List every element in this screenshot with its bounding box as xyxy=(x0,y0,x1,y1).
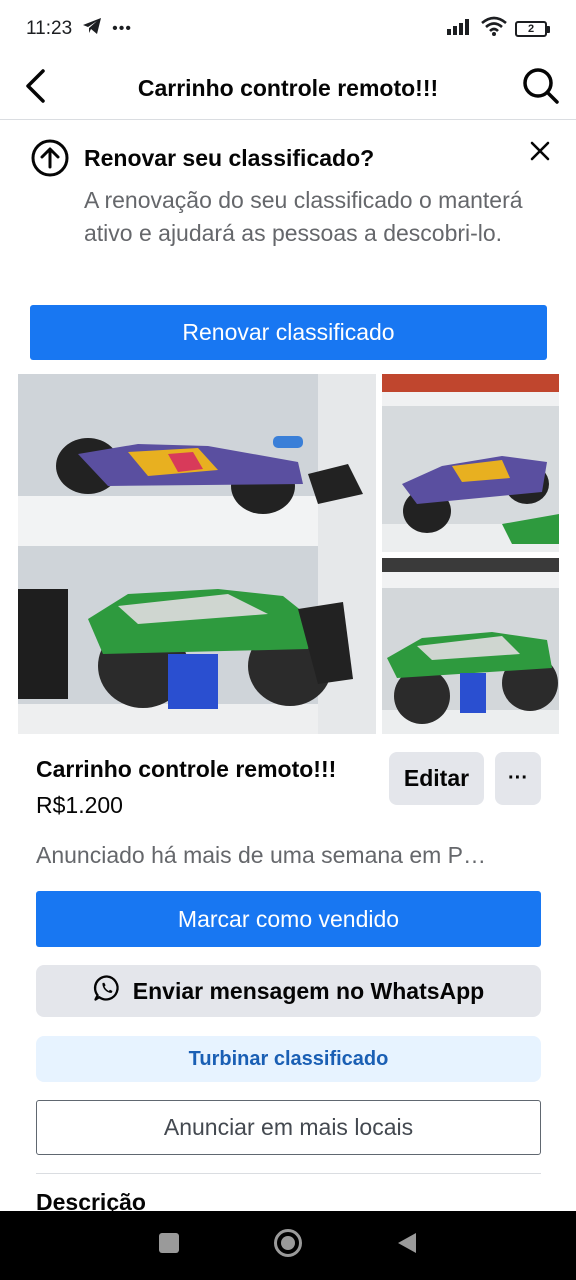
renew-title: Renovar seu classificado? xyxy=(84,144,375,171)
more-options-button[interactable]: ··· xyxy=(495,752,541,805)
renew-listing-button[interactable]: Renovar classificado xyxy=(30,305,547,360)
more-horizontal-icon: ··· xyxy=(508,767,528,789)
whatsapp-button[interactable]: Enviar mensagem no WhatsApp xyxy=(36,965,541,1017)
listing-photo-3[interactable] xyxy=(382,558,559,734)
listing-photo-2[interactable] xyxy=(382,374,559,552)
app-header: Carrinho controle remoto!!! xyxy=(0,58,576,120)
list-more-places-button[interactable]: Anunciar em mais locais xyxy=(36,1100,541,1155)
status-time: 11:23 xyxy=(26,18,73,39)
back-button[interactable] xyxy=(0,58,70,120)
mark-sold-button[interactable]: Marcar como vendido xyxy=(36,891,541,947)
listing-title: Carrinho controle remoto!!! xyxy=(36,756,337,782)
arrow-left-icon xyxy=(24,69,46,108)
edit-button[interactable]: Editar xyxy=(389,752,484,805)
whatsapp-icon xyxy=(93,974,121,1008)
square-icon xyxy=(158,1232,180,1259)
recent-apps-button[interactable] xyxy=(144,1221,194,1271)
search-button[interactable] xyxy=(506,58,576,120)
search-icon xyxy=(522,67,560,110)
photo-gallery xyxy=(18,374,559,734)
close-button[interactable] xyxy=(522,135,558,171)
boost-listing-button[interactable]: Turbinar classificado xyxy=(36,1036,541,1082)
page-title: Carrinho controle remoto!!! xyxy=(137,75,439,101)
signal-icon xyxy=(447,17,473,41)
battery-level: 2 xyxy=(515,21,547,37)
circle-icon xyxy=(273,1228,303,1263)
battery-icon: 2 xyxy=(515,21,550,37)
system-nav-bar xyxy=(0,1211,576,1280)
renew-description: A renovação do seu classificado o manter… xyxy=(84,187,523,246)
listing-price: R$1.200 xyxy=(36,792,123,818)
listing-meta: Anunciado há mais de uma semana em P… xyxy=(36,842,487,868)
system-back-button[interactable] xyxy=(382,1221,432,1271)
wifi-icon xyxy=(481,16,507,42)
more-notifications-icon: ••• xyxy=(112,20,132,37)
close-icon xyxy=(530,141,550,166)
status-bar: 11:23 ••• 2 xyxy=(0,0,576,58)
listing-photo-main[interactable] xyxy=(18,374,376,734)
triangle-back-icon xyxy=(396,1231,418,1260)
home-button[interactable] xyxy=(263,1221,313,1271)
renew-banner: Renovar seu classificado? A renovação do… xyxy=(0,120,576,372)
divider xyxy=(36,1173,541,1174)
telegram-icon xyxy=(82,17,102,41)
arrow-up-circle-icon xyxy=(30,138,70,178)
whatsapp-label: Enviar mensagem no WhatsApp xyxy=(132,977,485,1004)
